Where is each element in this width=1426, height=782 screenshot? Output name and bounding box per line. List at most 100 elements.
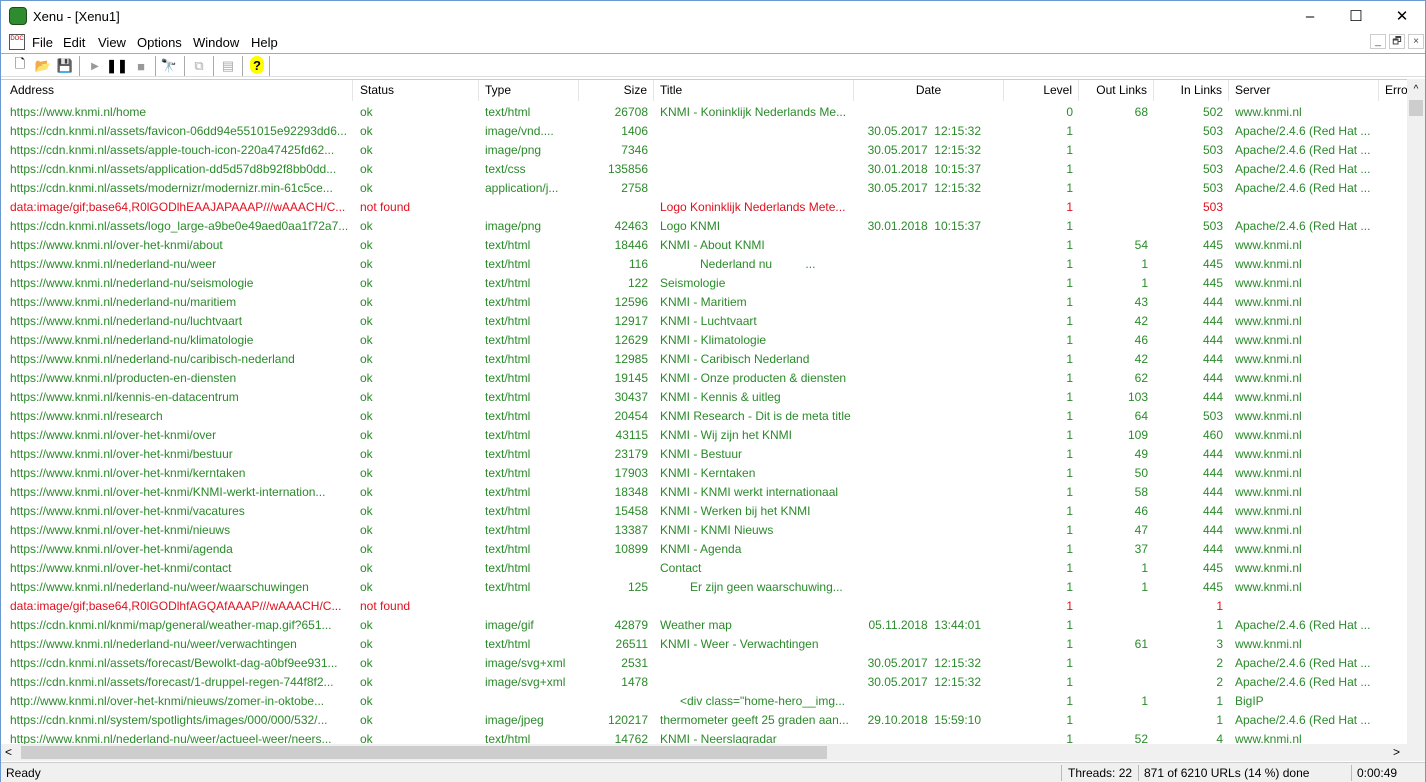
url-row[interactable]: https://cdn.knmi.nl/assets/favicon-06dd9…: [1, 122, 1407, 141]
cell-level: 1: [1066, 257, 1073, 271]
toolbar-separator: [269, 56, 270, 76]
url-row[interactable]: https://www.knmi.nl/over-het-knmi/KNMI-w…: [1, 483, 1407, 502]
vertical-scrollbar[interactable]: ^: [1407, 79, 1425, 744]
url-row[interactable]: https://www.knmi.nl/nederland-nu/weer/wa…: [1, 578, 1407, 597]
play-icon[interactable]: ▶: [85, 56, 105, 76]
find-binoculars-icon[interactable]: 🔭: [159, 56, 179, 76]
url-row[interactable]: https://www.knmi.nl/nederland-nu/weer/ve…: [1, 635, 1407, 654]
url-list[interactable]: Address Status Type Size Title Date Leve…: [1, 79, 1407, 744]
cell-out: 46: [1134, 504, 1148, 518]
copy-icon[interactable]: ⧉: [189, 56, 209, 76]
cell-in: 444: [1202, 523, 1223, 537]
url-row[interactable]: https://www.knmi.nl/over-het-knmi/bestuu…: [1, 445, 1407, 464]
url-row[interactable]: https://www.knmi.nl/nederland-nu/maritie…: [1, 293, 1407, 312]
toolbar-separator: [184, 56, 185, 76]
cell-address: https://www.knmi.nl/research: [10, 409, 163, 423]
menu-options[interactable]: Options: [137, 35, 182, 50]
url-row[interactable]: https://www.knmi.nl/over-het-knmi/contac…: [1, 559, 1407, 578]
cell-server: Apache/2.4.6 (Red Hat ...: [1235, 162, 1371, 176]
cell-type: text/html: [485, 580, 531, 594]
column-header-out-links[interactable]: Out Links: [1079, 80, 1154, 101]
menu-help[interactable]: Help: [251, 35, 278, 50]
pause-icon[interactable]: ❚❚: [106, 56, 128, 76]
maximize-button[interactable]: ☐: [1333, 1, 1379, 31]
url-row[interactable]: https://www.knmi.nl/over-het-knmi/kernta…: [1, 464, 1407, 483]
menu-view[interactable]: View: [98, 35, 126, 50]
column-header-level[interactable]: Level: [1004, 80, 1079, 101]
save-icon[interactable]: 💾: [55, 56, 75, 76]
horizontal-scrollbar[interactable]: < >: [1, 744, 1407, 761]
menu-file[interactable]: File: [32, 35, 53, 50]
cell-size: 12985: [614, 352, 648, 366]
cell-title: [654, 179, 854, 198]
url-row[interactable]: https://www.knmi.nl/over-het-knmi/agenda…: [1, 540, 1407, 559]
url-row[interactable]: https://cdn.knmi.nl/assets/forecast/Bewo…: [1, 654, 1407, 673]
scroll-right-button[interactable]: >: [1393, 744, 1400, 761]
cell-size: 19145: [614, 371, 648, 385]
cell-server: www.knmi.nl: [1235, 409, 1302, 423]
mdi-minimize-button[interactable]: _: [1370, 34, 1386, 49]
close-button[interactable]: ✕: [1379, 1, 1425, 31]
help-icon[interactable]: ?: [250, 56, 264, 74]
mdi-restore-button[interactable]: 🗗: [1389, 34, 1405, 49]
url-row[interactable]: https://www.knmi.nl/nederland-nu/seismol…: [1, 274, 1407, 293]
scroll-up-button[interactable]: ^: [1407, 79, 1425, 100]
cell-address: https://www.knmi.nl/over-het-knmi/agenda: [10, 542, 233, 556]
stop-icon[interactable]: ■: [131, 56, 151, 76]
menu-window[interactable]: Window: [193, 35, 239, 50]
url-row[interactable]: https://www.knmi.nl/nederland-nu/klimato…: [1, 331, 1407, 350]
url-row[interactable]: https://www.knmi.nl/nederland-nu/weer ok t…: [1, 255, 1407, 274]
url-row[interactable]: https://cdn.knmi.nl/assets/apple-touch-i…: [1, 141, 1407, 160]
cell-server: Apache/2.4.6 (Red Hat ...: [1235, 675, 1371, 689]
column-header-server[interactable]: Server: [1229, 80, 1379, 101]
cell-in: 444: [1202, 466, 1223, 480]
cell-out: 37: [1134, 542, 1148, 556]
new-icon[interactable]: 🗋: [10, 56, 30, 76]
cell-level: 1: [1066, 124, 1073, 138]
column-header-title[interactable]: Title: [654, 80, 854, 101]
url-row[interactable]: https://cdn.knmi.nl/system/spotlights/im…: [1, 711, 1407, 730]
cell-status: ok: [360, 694, 373, 708]
url-row[interactable]: https://cdn.knmi.nl/knmi/map/general/wea…: [1, 616, 1407, 635]
url-row[interactable]: https://www.knmi.nl/nederland-nu/weer/ac…: [1, 730, 1407, 744]
cell-size: 26511: [615, 637, 648, 651]
column-header-address[interactable]: Address: [4, 80, 353, 101]
scroll-left-button[interactable]: <: [5, 744, 12, 761]
mdi-close-button[interactable]: ×: [1408, 34, 1424, 49]
url-row[interactable]: https://www.knmi.nl/nederland-nu/luchtva…: [1, 312, 1407, 331]
cell-server: www.knmi.nl: [1235, 466, 1302, 480]
url-row[interactable]: http://www.knmi.nl/over-het-knmi/nieuws/…: [1, 692, 1407, 711]
url-row[interactable]: https://www.knmi.nl/research ok text/html 2…: [1, 407, 1407, 426]
vertical-scroll-thumb[interactable]: [1409, 100, 1423, 116]
column-header-size[interactable]: Size: [579, 80, 654, 101]
url-row[interactable]: https://www.knmi.nl/kennis-en-datacentru…: [1, 388, 1407, 407]
cell-type: text/css: [485, 162, 526, 176]
cell-in: 444: [1202, 447, 1223, 461]
column-header-in-links[interactable]: In Links: [1154, 80, 1229, 101]
column-header-date[interactable]: Date: [854, 80, 1004, 101]
url-row[interactable]: data:image/gif;base64,R0lGODlhfAGQAfAAAP…: [1, 597, 1407, 616]
url-row[interactable]: https://cdn.knmi.nl/assets/forecast/1-dr…: [1, 673, 1407, 692]
url-row[interactable]: https://cdn.knmi.nl/assets/application-d…: [1, 160, 1407, 179]
menu-edit[interactable]: Edit: [63, 35, 85, 50]
url-row[interactable]: https://cdn.knmi.nl/assets/modernizr/mod…: [1, 179, 1407, 198]
url-row[interactable]: https://cdn.knmi.nl/assets/logo_large-a9…: [1, 217, 1407, 236]
column-header-error[interactable]: Erro: [1379, 80, 1407, 101]
url-row[interactable]: https://www.knmi.nl/nederland-nu/caribis…: [1, 350, 1407, 369]
properties-icon[interactable]: ▤: [218, 56, 238, 76]
url-row[interactable]: data:image/gif;base64,R0lGODlhEAAJAPAAAP…: [1, 198, 1407, 217]
url-row[interactable]: https://www.knmi.nl/over-het-knmi/nieuws…: [1, 521, 1407, 540]
url-row[interactable]: https://www.knmi.nl/producten-en-dienste…: [1, 369, 1407, 388]
url-row[interactable]: https://www.knmi.nl/home ok text/html 26708…: [1, 103, 1407, 122]
column-header-status[interactable]: Status: [354, 80, 479, 101]
url-row[interactable]: https://www.knmi.nl/over-het-knmi/about o…: [1, 236, 1407, 255]
cell-address: https://cdn.knmi.nl/assets/application-d…: [10, 162, 337, 176]
minimize-button[interactable]: –: [1287, 1, 1333, 31]
open-icon[interactable]: 📂: [33, 56, 53, 76]
url-row[interactable]: https://www.knmi.nl/over-het-knmi/vacatu…: [1, 502, 1407, 521]
url-row[interactable]: https://www.knmi.nl/over-het-knmi/over ok…: [1, 426, 1407, 445]
column-header-type[interactable]: Type: [479, 80, 579, 101]
horizontal-scroll-thumb[interactable]: [21, 746, 827, 759]
cell-in: 503: [1202, 219, 1223, 233]
document-icon[interactable]: DOC: [9, 34, 25, 50]
